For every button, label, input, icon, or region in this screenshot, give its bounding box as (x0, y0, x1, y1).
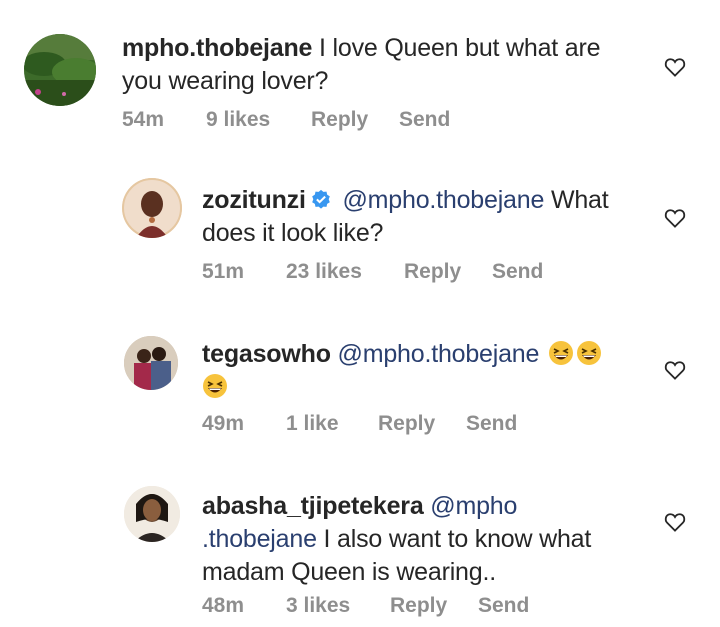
likes-count[interactable]: 9 likes (206, 108, 311, 132)
avatar[interactable] (122, 178, 182, 238)
timestamp: 54m (122, 108, 165, 131)
comment-body: zozitunzi @mpho.thobejane What does it l… (202, 184, 652, 250)
likes-count[interactable]: 1 like (286, 412, 378, 436)
avatar[interactable] (124, 486, 180, 542)
comment-meta: 54m 9 likes Reply Send (122, 108, 450, 132)
timestamp: 51m (202, 260, 245, 283)
comment: tegasowho @mpho.thobejane 49m 1 like Rep… (0, 300, 720, 470)
mention-link[interactable]: @mpho.thobejane (338, 340, 540, 368)
reply-button[interactable]: Reply (378, 412, 466, 436)
comment: mpho.thobejane I love Queen but what are… (0, 0, 720, 150)
heart-outline-icon[interactable] (664, 512, 686, 532)
comment-text: madam Queen is wearing.. (202, 558, 496, 586)
comment-text: I love Queen but what are (319, 34, 601, 62)
mention-link[interactable]: @mpho (430, 492, 517, 520)
comment-text: What (550, 186, 609, 214)
send-button[interactable]: Send (478, 594, 529, 618)
mention-link[interactable]: @mpho.thobejane (342, 186, 544, 214)
comment-meta: 49m 1 like Reply Send (202, 412, 517, 436)
avatar[interactable] (24, 34, 96, 106)
reply-button[interactable]: Reply (404, 260, 492, 284)
likes-count[interactable]: 3 likes (286, 594, 390, 618)
comment-text: does it look like? (202, 219, 384, 247)
comment: zozitunzi @mpho.thobejane What does it l… (0, 150, 720, 300)
comment: abasha_tjipetekera @mpho .thobejane I al… (0, 470, 720, 627)
send-button[interactable]: Send (399, 108, 450, 132)
mention-link[interactable]: .thobejane (202, 525, 317, 553)
grinning-squinting-face-icon (548, 340, 574, 366)
heart-outline-icon[interactable] (664, 208, 686, 228)
grinning-squinting-face-icon (576, 340, 602, 366)
heart-outline-icon[interactable] (664, 57, 686, 77)
comment-text: I also want to know what (323, 525, 592, 553)
comment-meta: 51m 23 likes Reply Send (202, 260, 543, 284)
username[interactable]: tegasowho (202, 340, 331, 368)
comment-body: tegasowho @mpho.thobejane (202, 338, 652, 404)
heart-outline-icon[interactable] (664, 360, 686, 380)
verified-badge-icon (310, 187, 332, 209)
grinning-squinting-face-icon (202, 373, 228, 399)
reply-button[interactable]: Reply (311, 108, 399, 132)
comment-body: abasha_tjipetekera @mpho .thobejane I al… (202, 490, 652, 589)
likes-count[interactable]: 23 likes (286, 260, 404, 284)
timestamp: 48m (202, 594, 245, 617)
send-button[interactable]: Send (492, 260, 543, 284)
username[interactable]: zozitunzi (202, 186, 306, 214)
username[interactable]: mpho.thobejane (122, 34, 312, 62)
username[interactable]: abasha_tjipetekera (202, 492, 424, 520)
timestamp: 49m (202, 412, 245, 435)
comment-body: mpho.thobejane I love Queen but what are… (122, 32, 652, 98)
comment-meta: 48m 3 likes Reply Send (202, 594, 529, 618)
comment-text: you wearing lover? (122, 67, 329, 95)
reply-button[interactable]: Reply (390, 594, 478, 618)
send-button[interactable]: Send (466, 412, 517, 436)
avatar[interactable] (124, 336, 178, 390)
